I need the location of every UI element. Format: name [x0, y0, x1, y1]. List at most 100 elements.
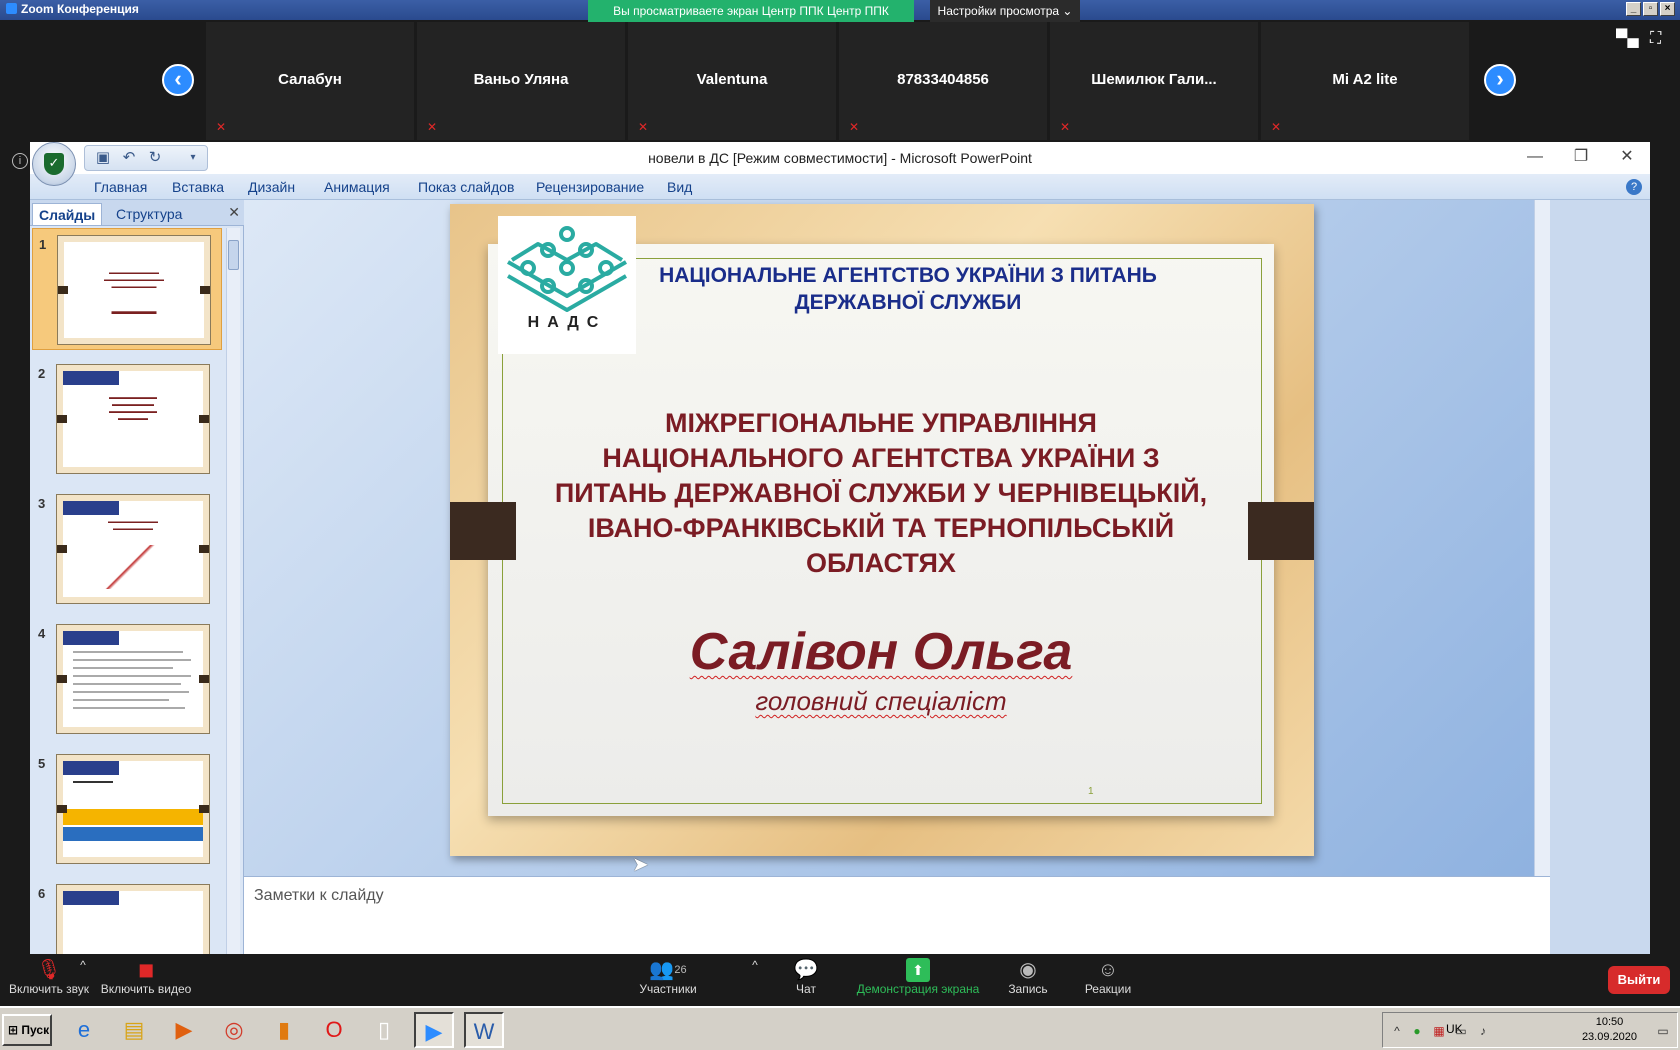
word-icon[interactable]: W	[464, 1012, 504, 1048]
app-icon[interactable]: ▮	[264, 1012, 304, 1048]
muted-mic-icon: ✕	[1059, 120, 1071, 134]
participant-name: Шемилюк Гали...	[1091, 71, 1217, 88]
slide-main-title: МІЖРЕГІОНАЛЬНЕ УПРАВЛІННЯ НАЦІОНАЛЬНОГО …	[554, 408, 1208, 578]
record-button[interactable]: ◉ Запись	[1004, 958, 1052, 996]
slide-thumbnail[interactable]: 2 ▬▬▬▬▬▬▬▬ ▬▬▬▬▬▬▬ ▬▬▬▬▬▬▬▬ ▬▬▬▬▬	[32, 358, 222, 480]
participant-tile[interactable]: 87833404856 ✕	[839, 22, 1047, 140]
tab-review[interactable]: Рецензирование	[536, 179, 644, 195]
ie-icon[interactable]: e	[64, 1012, 104, 1048]
ppt-minimize-icon[interactable]: —	[1512, 142, 1558, 174]
fullscreen-icon[interactable]: ⛶	[1650, 30, 1661, 48]
record-label: Запись	[1008, 982, 1048, 996]
minimize-button[interactable]: _	[1626, 2, 1641, 16]
slide-thumbnail[interactable]: 4	[32, 618, 222, 740]
thumb-number: 3	[38, 496, 46, 511]
muted-mic-icon: ✕	[637, 120, 649, 134]
chat-label: Чат	[796, 982, 816, 996]
help-icon[interactable]: ?	[1626, 179, 1642, 195]
thumb-number: 1	[39, 237, 47, 252]
tab-outline[interactable]: Структура	[110, 203, 188, 225]
close-panel-icon[interactable]: ✕	[228, 204, 240, 221]
monitor-icon[interactable]: ▭	[1453, 1023, 1469, 1039]
left-strap	[450, 502, 516, 560]
participant-tile[interactable]: Mi A2 lite ✕	[1261, 22, 1469, 140]
shield-check-icon: ✓	[44, 153, 64, 175]
slide-thumbnail[interactable]: 6	[32, 878, 222, 954]
network-icon[interactable]: ▦	[1431, 1023, 1447, 1039]
logo-text: НАДС	[527, 314, 607, 331]
video-off-icon: ◼	[137, 959, 155, 981]
reactions-button[interactable]: ☺ Реакции	[1080, 958, 1136, 996]
security-icon[interactable]: ●	[1409, 1023, 1425, 1039]
leave-button[interactable]: Выйти	[1608, 966, 1670, 994]
maximize-button[interactable]: ▫	[1643, 2, 1658, 16]
zoom-taskbar-icon[interactable]: ▶	[414, 1012, 454, 1048]
undo-icon[interactable]: ↶	[119, 148, 139, 168]
share-screen-icon: ⬆	[906, 958, 930, 982]
ppt-close-icon[interactable]: ✕	[1604, 142, 1650, 174]
participants-icon: 👥26	[649, 959, 687, 981]
start-video-label: Включить видео	[100, 982, 192, 996]
participant-name: Ваньо Уляна	[473, 71, 569, 88]
clock[interactable]: 10:50 23.09.2020	[1582, 1015, 1637, 1045]
close-button[interactable]: ×	[1660, 2, 1675, 16]
prev-page-button[interactable]: ‹	[162, 64, 194, 96]
speaker-position: головний спеціаліст	[755, 686, 1007, 716]
clock-time: 10:50	[1595, 1016, 1624, 1028]
participant-tile[interactable]: Шемилюк Гали... ✕	[1050, 22, 1258, 140]
chat-icon: 💬	[793, 959, 819, 981]
tray-expand-icon[interactable]: ^	[1389, 1023, 1405, 1039]
tab-design[interactable]: Дизайн	[248, 179, 295, 195]
office-button[interactable]: ✓	[32, 142, 76, 186]
tab-slideshow[interactable]: Показ слайдов	[418, 179, 514, 195]
save-icon[interactable]: ▣	[93, 148, 113, 168]
notes-placeholder: Заметки к слайду	[254, 887, 384, 904]
audio-options-icon[interactable]: ^	[76, 958, 90, 972]
start-video-button[interactable]: ◼ Включить видео	[100, 958, 192, 996]
slide-thumbnail[interactable]: 5	[32, 748, 222, 870]
opera-icon[interactable]: O	[314, 1012, 354, 1048]
participant-tile[interactable]: Valentuna ✕	[628, 22, 836, 140]
participant-tile[interactable]: Салабун ✕	[206, 22, 414, 140]
panel-scrollbar[interactable]	[226, 228, 240, 954]
notes-pane[interactable]: Заметки к слайду	[244, 876, 1550, 954]
slide[interactable]: НАДС НАЦІОНАЛЬНЕ АГЕНТСТВО УКРАЇНИ З ПИТ…	[450, 204, 1314, 856]
thumb-number: 2	[38, 366, 46, 381]
slide-thumbnail[interactable]: 1 ▬▬▬▬▬▬▬▬▬▬ ▬▬▬▬▬▬▬▬▬▬▬▬ ▬▬▬▬▬▬▬▬▬ ▬▬▬▬▬	[32, 228, 222, 350]
muted-mic-icon: ✕	[848, 120, 860, 134]
chrome-icon[interactable]: ◎	[214, 1012, 254, 1048]
volume-icon[interactable]: ♪	[1475, 1023, 1491, 1039]
tab-view[interactable]: Вид	[667, 179, 692, 195]
info-icon[interactable]: i	[12, 153, 28, 169]
slide-thumbnail[interactable]: 3 ▬▬▬▬▬▬▬▬▬▬ ▬▬▬▬▬▬▬▬	[32, 488, 222, 610]
show-desktop-icon[interactable]: ▭	[1655, 1023, 1671, 1039]
participants-button[interactable]: 👥26 Участники	[632, 958, 704, 996]
explorer-icon[interactable]: ▤	[114, 1012, 154, 1048]
participant-tile[interactable]: Ваньо Уляна ✕	[417, 22, 625, 140]
tab-home[interactable]: Главная	[94, 179, 147, 195]
qat-dropdown-icon[interactable]: ▾	[183, 148, 203, 168]
muted-mic-icon: ✕	[215, 120, 227, 134]
clock-date: 23.09.2020	[1581, 1031, 1637, 1043]
chat-button[interactable]: 💬 Чат	[784, 958, 828, 996]
next-page-button[interactable]: ›	[1484, 64, 1516, 96]
redo-icon[interactable]: ↻	[145, 148, 165, 168]
media-player-icon[interactable]: ▶	[164, 1012, 204, 1048]
ppt-restore-icon[interactable]: ❐	[1558, 142, 1604, 174]
window-title: Zoom Конференция	[21, 2, 139, 16]
tab-slides[interactable]: Слайды	[32, 203, 103, 225]
start-label: Пуск	[21, 1023, 50, 1037]
participants-label: Участники	[639, 982, 697, 996]
share-screen-button[interactable]: ⬆ Демонстрация экрана	[856, 958, 980, 996]
nads-logo-icon	[507, 226, 627, 312]
document-icon[interactable]: ▯	[364, 1012, 404, 1048]
slide-scrollbar[interactable]	[1534, 200, 1550, 876]
start-button[interactable]: ⊞ Пуск	[2, 1014, 52, 1046]
thumb-preview	[56, 884, 210, 954]
view-options-button[interactable]: Настройки просмотра ⌄	[930, 0, 1080, 22]
layout-icon[interactable]: ▀▄	[1616, 30, 1639, 48]
tab-insert[interactable]: Вставка	[172, 179, 224, 195]
tab-animation[interactable]: Анимация	[324, 179, 390, 195]
participants-options-icon[interactable]: ^	[748, 958, 762, 972]
windows-taskbar: ⊞ Пуск e ▤ ▶ ◎ ▮ O ▯ ▶ W UK ^ ● ▦ ▭ ♪ 10…	[0, 1006, 1680, 1050]
